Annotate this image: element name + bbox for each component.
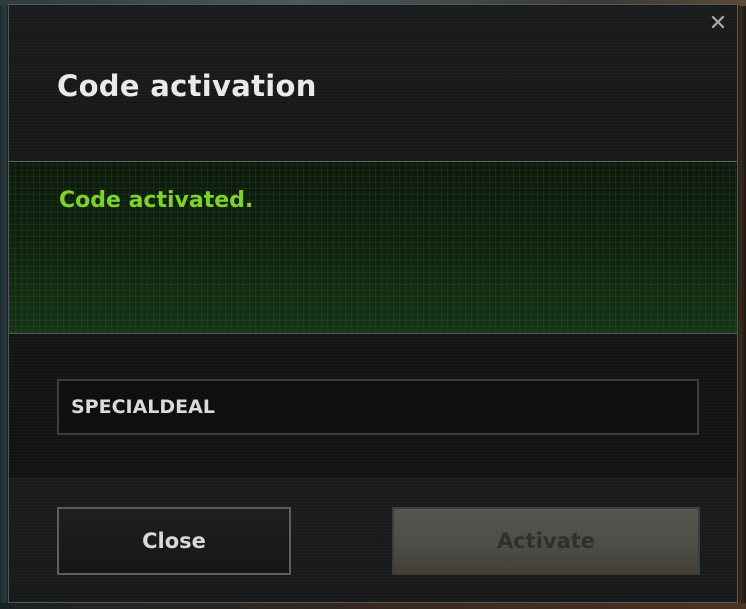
close-button[interactable]: Close bbox=[57, 507, 291, 575]
code-activation-dialog: ✕ Code activation Code activated. Close … bbox=[8, 4, 738, 603]
background-bottom-edge bbox=[0, 603, 746, 609]
code-input[interactable] bbox=[57, 379, 699, 435]
status-message: Code activated. bbox=[59, 188, 254, 213]
activate-button[interactable]: Activate bbox=[392, 507, 700, 575]
dialog-title: Code activation bbox=[57, 69, 317, 103]
screen: ✕ Code activation Code activated. Close … bbox=[0, 0, 746, 609]
dialog-footer: Close Activate bbox=[9, 477, 737, 602]
status-panel: Code activated. bbox=[9, 161, 737, 334]
close-icon[interactable]: ✕ bbox=[707, 13, 729, 35]
